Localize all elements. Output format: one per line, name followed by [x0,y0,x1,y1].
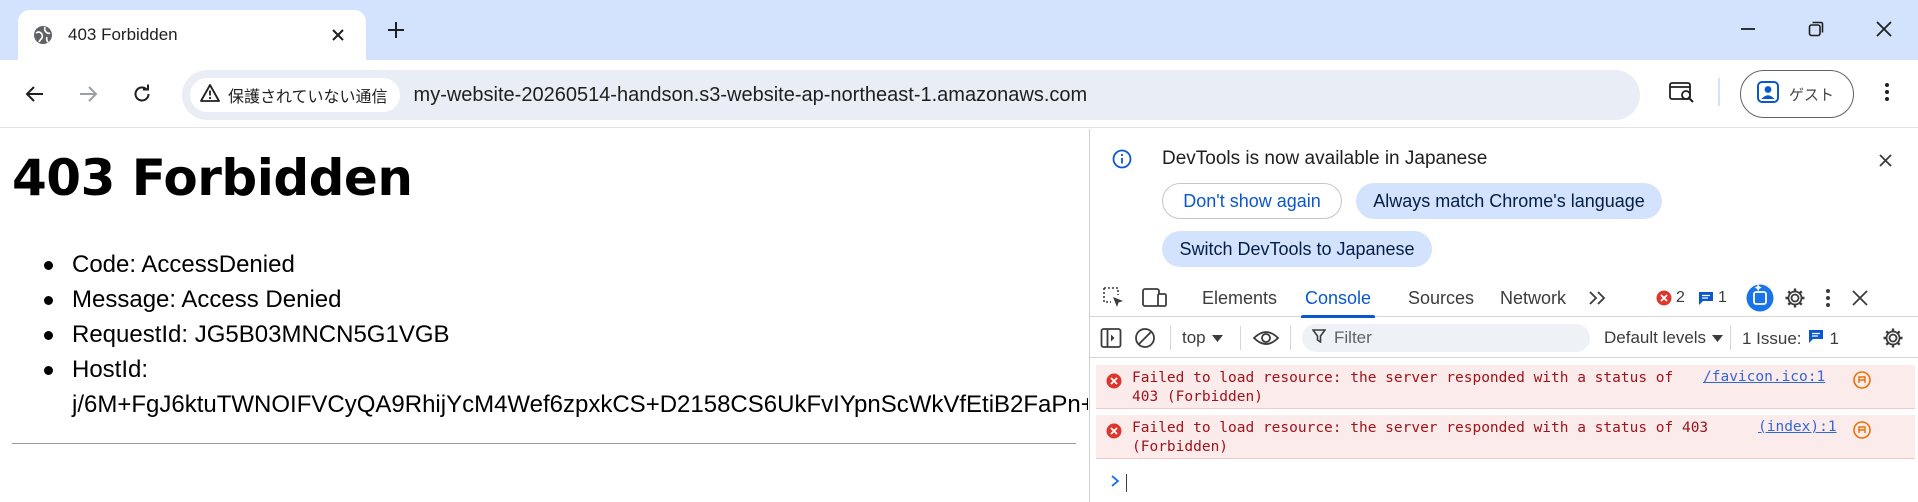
info-count-badge[interactable]: 1 [1698,288,1727,308]
error-count: 2 [1676,289,1685,306]
always-match-language-button[interactable]: Always match Chrome's language [1356,183,1662,219]
infobar-message: DevTools is now available in Japanese [1162,148,1488,169]
browser-toolbar: 保護されていない通信 my-website-20260514-handson.s… [0,60,1918,128]
settings-gear-icon[interactable] [1784,287,1806,309]
security-chip[interactable]: 保護されていない通信 [190,78,400,112]
host-id-value: j/6M+FgJ6ktuTWNOIFVCyQA9RhijYcM4Wef6zpxk… [72,391,1088,418]
list-item: RequestId: JG5B03MNCN5G1VGB [44,317,1088,352]
issues-count: 1 [1829,328,1840,348]
more-tabs-icon[interactable] [1588,289,1608,307]
info-count: 1 [1718,289,1727,306]
console-error-message: Failed to load resource: the server resp… [1096,415,1915,459]
error-message-text: Failed to load resource: the server resp… [1132,370,1674,405]
prompt-chevron-icon [1110,473,1120,493]
devtools-panel: DevTools is now available in Japanese Do… [1089,129,1918,502]
devtools-menu-icon[interactable] [1818,287,1838,309]
devtools-tab-bar: Elements Console Sources Network 2 1 [1090,279,1918,318]
page-content: 403 Forbidden Code: AccessDenied Message… [0,129,1088,502]
context-selector[interactable]: top [1182,328,1223,348]
toolbar-divider [1718,78,1720,106]
new-tab-button[interactable] [382,16,410,44]
tab-sources[interactable]: Sources [1408,279,1474,317]
toolbar-separator [1290,326,1291,350]
console-settings-icon[interactable] [1882,327,1904,349]
toolbar-separator [1730,326,1731,350]
live-expression-eye-icon[interactable] [1252,327,1280,349]
list-item: Code: AccessDenied [44,247,1088,282]
filter-placeholder: Filter [1334,328,1372,347]
toolbar-separator [1170,326,1171,350]
context-label: top [1182,328,1206,347]
tab-title: 403 Forbidden [68,25,178,44]
sidebar-toggle-icon[interactable] [1100,327,1122,349]
infobar-close-icon[interactable] [1872,147,1898,173]
text-cursor [1126,474,1127,492]
tab-network[interactable]: Network [1500,279,1566,317]
search-tabs-icon[interactable] [1664,74,1700,110]
security-chip-label: 保護されていない通信 [228,87,388,106]
device-toolbar-icon[interactable] [1142,287,1168,309]
log-levels-label: Default levels [1604,328,1707,347]
url-text[interactable]: my-website-20260514-handson.s3-website-a… [414,84,1088,107]
error-details-list: Code: AccessDenied Message: Access Denie… [44,247,1088,422]
info-icon [1112,149,1132,174]
dropdown-arrow-icon [1712,328,1724,348]
minimize-button[interactable] [1726,12,1770,46]
issues-button[interactable]: 1 Issue: 1 [1742,328,1839,349]
filter-funnel-icon [1311,328,1327,348]
source-link[interactable]: (index):1 [1758,419,1837,435]
language-infobar: DevTools is now available in Japanese Do… [1090,129,1918,279]
host-id-label: HostId: [72,356,149,383]
switch-to-japanese-button[interactable]: Switch DevTools to Japanese [1162,231,1432,267]
source-link[interactable]: /favicon.ico:1 [1703,369,1825,385]
reload-button[interactable] [124,76,160,112]
error-icon [1106,373,1122,393]
person-icon [1757,81,1779,107]
console-toolbar: top Filter Default levels 1 Issue: 1 [1090,318,1918,358]
toolbar-separator [1240,326,1241,350]
tab-strip: 403 Forbidden [0,0,1918,60]
error-message-text: Failed to load resource: the server resp… [1132,420,1709,455]
issues-info-icon [1808,328,1824,349]
ai-explain-icon[interactable] [1853,421,1871,443]
profile-label: ゲスト [1789,85,1835,104]
console-prompt[interactable] [1110,473,1127,493]
profile-button[interactable]: ゲスト [1740,70,1854,118]
console-error-message: Failed to load resource: the server resp… [1096,365,1915,409]
tab-console[interactable]: Console [1300,279,1376,318]
back-button[interactable] [17,76,53,112]
forward-button[interactable] [70,76,106,112]
issues-label: 1 Issue: [1742,328,1802,348]
log-levels-dropdown[interactable]: Default levels [1604,328,1724,348]
close-devtools-icon[interactable] [1850,288,1870,308]
clear-console-icon[interactable] [1134,327,1156,349]
list-item: HostId: j/6M+FgJ6ktuTWNOIFVCyQA9RhijYcM4… [44,352,1088,422]
page-heading: 403 Forbidden [12,149,413,207]
globe-icon [32,24,54,46]
inspect-element-icon[interactable] [1102,287,1126,309]
dont-show-again-button[interactable]: Don't show again [1162,183,1342,219]
ai-explain-icon[interactable] [1853,371,1871,393]
close-tab-icon[interactable] [324,21,352,49]
error-count-badge[interactable]: 2 [1656,288,1685,308]
ai-assistance-icon[interactable] [1746,284,1774,312]
divider [12,443,1076,444]
restore-button[interactable] [1794,12,1838,46]
dropdown-arrow-icon [1211,328,1223,348]
console-filter-input[interactable]: Filter [1302,324,1590,352]
warning-icon [200,84,220,106]
close-window-button[interactable] [1862,12,1906,46]
list-item: Message: Access Denied [44,282,1088,317]
more-menu-icon[interactable] [1872,74,1902,110]
address-bar[interactable]: 保護されていない通信 my-website-20260514-handson.s… [182,70,1640,120]
browser-tab[interactable]: 403 Forbidden [18,10,366,60]
error-icon [1106,423,1122,443]
tab-elements[interactable]: Elements [1202,279,1277,317]
